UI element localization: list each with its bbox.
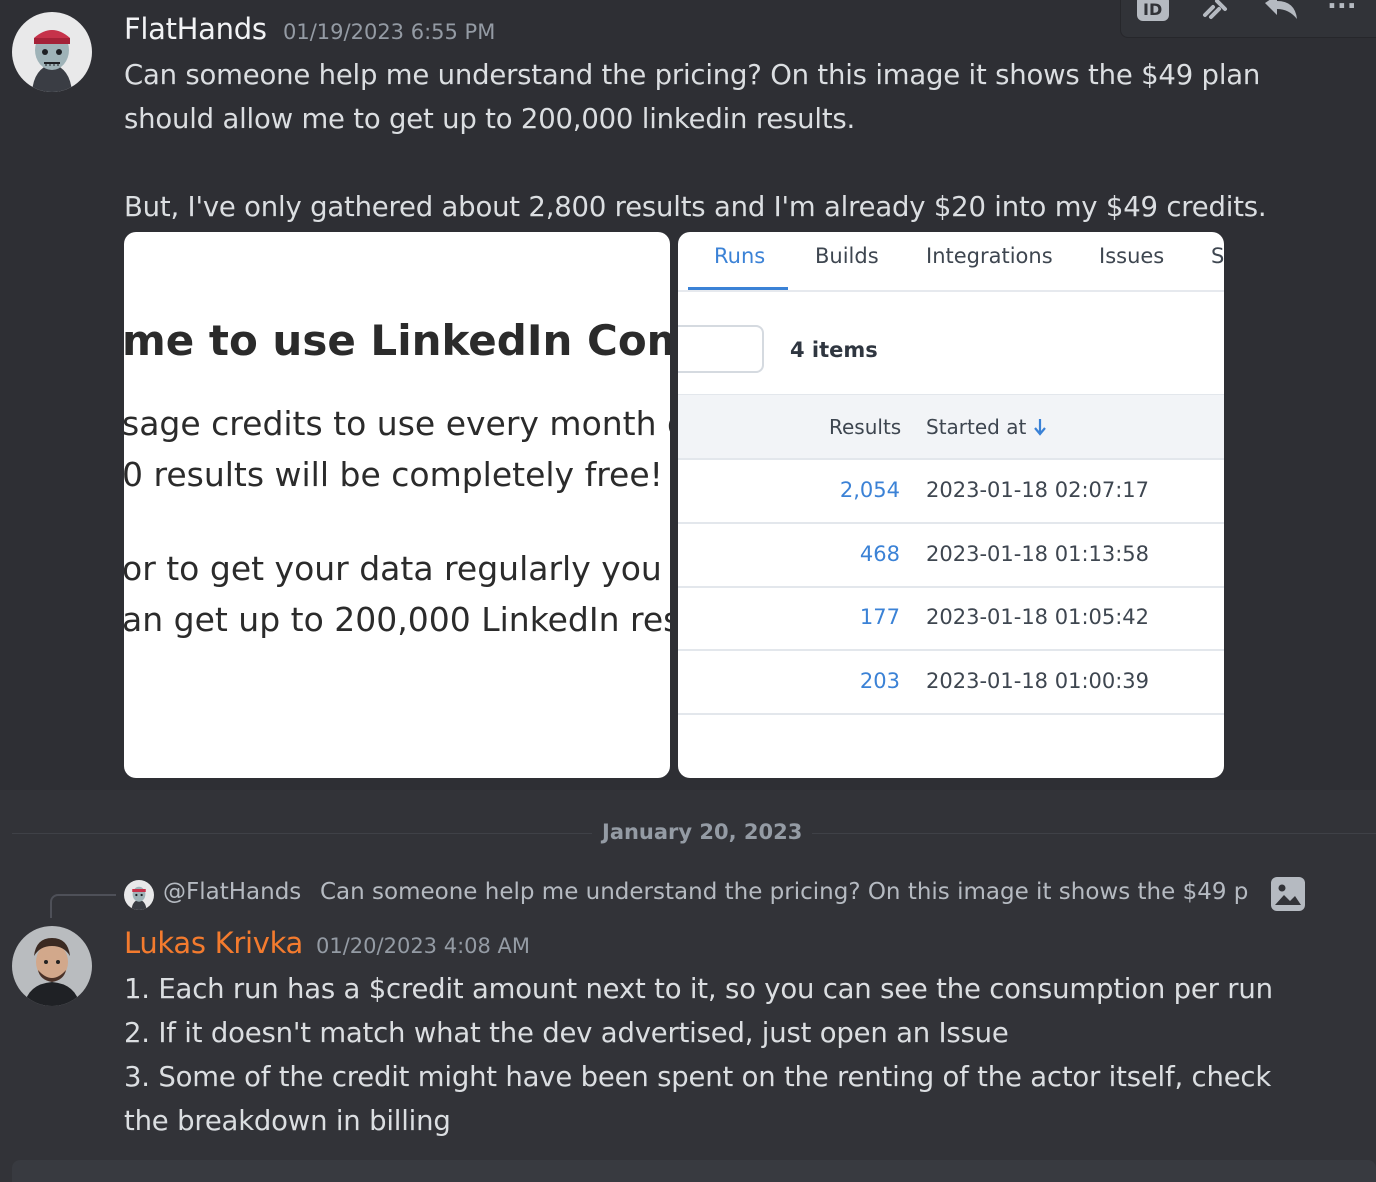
reply-icon[interactable]: [1261, 0, 1301, 29]
reply-preview-text[interactable]: Can someone help me understand the prici…: [320, 879, 1260, 905]
table-row: 177 2023-01-18 01:05:42: [678, 587, 1224, 651]
arrow-down-icon: [1033, 417, 1047, 441]
date-divider-label: January 20, 2023: [592, 820, 813, 844]
message-timestamp: 01/19/2023 6:55 PM: [283, 20, 496, 44]
active-tab-indicator: [688, 287, 788, 290]
message-line: the breakdown in billing: [124, 1105, 451, 1137]
cell-started-at: 2023-01-18 02:07:17: [926, 478, 1150, 502]
author-name[interactable]: FlatHands: [124, 12, 267, 46]
cell-results: 468: [859, 542, 900, 566]
reply-author-mention[interactable]: @FlatHands: [163, 879, 301, 905]
attachment-image-pricing[interactable]: me to use LinkedIn Com sage credits to u…: [124, 232, 670, 778]
message-line: 1. Each run has a $credit amount next to…: [124, 973, 1273, 1005]
table-row: 203 2023-01-18 01:00:39: [678, 651, 1224, 715]
runs-tabbar: Runs Builds Integrations Issues S: [678, 232, 1224, 292]
cell-results: 2,054: [839, 478, 900, 502]
zombie-avatar-icon: [124, 880, 154, 910]
more-icon[interactable]: ...: [1327, 0, 1357, 15]
avatar-lukas-krivka[interactable]: [12, 926, 92, 1006]
image-text-line: or to get your data regularly you s: [124, 549, 670, 588]
message-line: 2. If it doesn't match what the dev adve…: [124, 1017, 1009, 1049]
link-icon[interactable]: [1199, 0, 1233, 29]
tab-integrations: Integrations: [926, 244, 1053, 268]
table-row: 2,054 2023-01-18 02:07:17: [678, 460, 1224, 524]
cell-started-at: 2023-01-18 01:05:42: [926, 605, 1150, 629]
cell-started-at: 2023-01-18 01:13:58: [926, 542, 1150, 566]
avatar-flathands[interactable]: [12, 12, 92, 92]
message-line: 3. Some of the credit might have been sp…: [124, 1061, 1272, 1093]
message-line: Can someone help me understand the prici…: [124, 59, 1261, 91]
reply-avatar[interactable]: [124, 880, 154, 910]
tab-more: S: [1211, 244, 1224, 268]
attachment-image-runs[interactable]: Runs Builds Integrations Issues S 4 item…: [678, 232, 1224, 778]
image-text-line: an get up to 200,000 LinkedIn resu: [124, 600, 670, 639]
message-hover-toolbar: ID ...: [1120, 0, 1376, 38]
image-text-line: sage credits to use every month or: [124, 404, 670, 443]
filter-input: [678, 325, 764, 373]
cell-results: 203: [859, 669, 900, 693]
id-icon[interactable]: ID: [1135, 0, 1171, 31]
image-text-title: me to use LinkedIn Com: [124, 316, 670, 365]
message-composer[interactable]: [12, 1160, 1376, 1182]
image-text-line: 0 results will be completely free!: [124, 455, 663, 494]
zombie-avatar-icon: [12, 12, 92, 92]
message-line: should allow me to get up to 200,000 lin…: [124, 103, 856, 135]
table-header: Results Started at: [678, 394, 1224, 460]
image-icon: [1270, 876, 1306, 916]
items-count: 4 items: [790, 338, 878, 362]
message-line: But, I've only gathered about 2,800 resu…: [124, 191, 1267, 223]
tab-runs: Runs: [714, 244, 766, 268]
column-started-at: Started at: [926, 415, 1027, 439]
cell-results: 177: [859, 605, 900, 629]
column-results: Results: [829, 415, 902, 439]
svg-text:ID: ID: [1143, 0, 1162, 19]
reply-spine: [50, 894, 116, 918]
tab-builds: Builds: [815, 244, 879, 268]
tab-issues: Issues: [1099, 244, 1165, 268]
author-name[interactable]: Lukas Krivka: [124, 926, 303, 960]
cell-started-at: 2023-01-18 01:00:39: [926, 669, 1150, 693]
profile-photo-icon: [12, 926, 92, 1006]
message-flathands: FlatHands 01/19/2023 6:55 PM Can someone…: [0, 0, 1376, 790]
table-row: 468 2023-01-18 01:13:58: [678, 524, 1224, 588]
message-timestamp: 01/20/2023 4:08 AM: [316, 934, 531, 958]
